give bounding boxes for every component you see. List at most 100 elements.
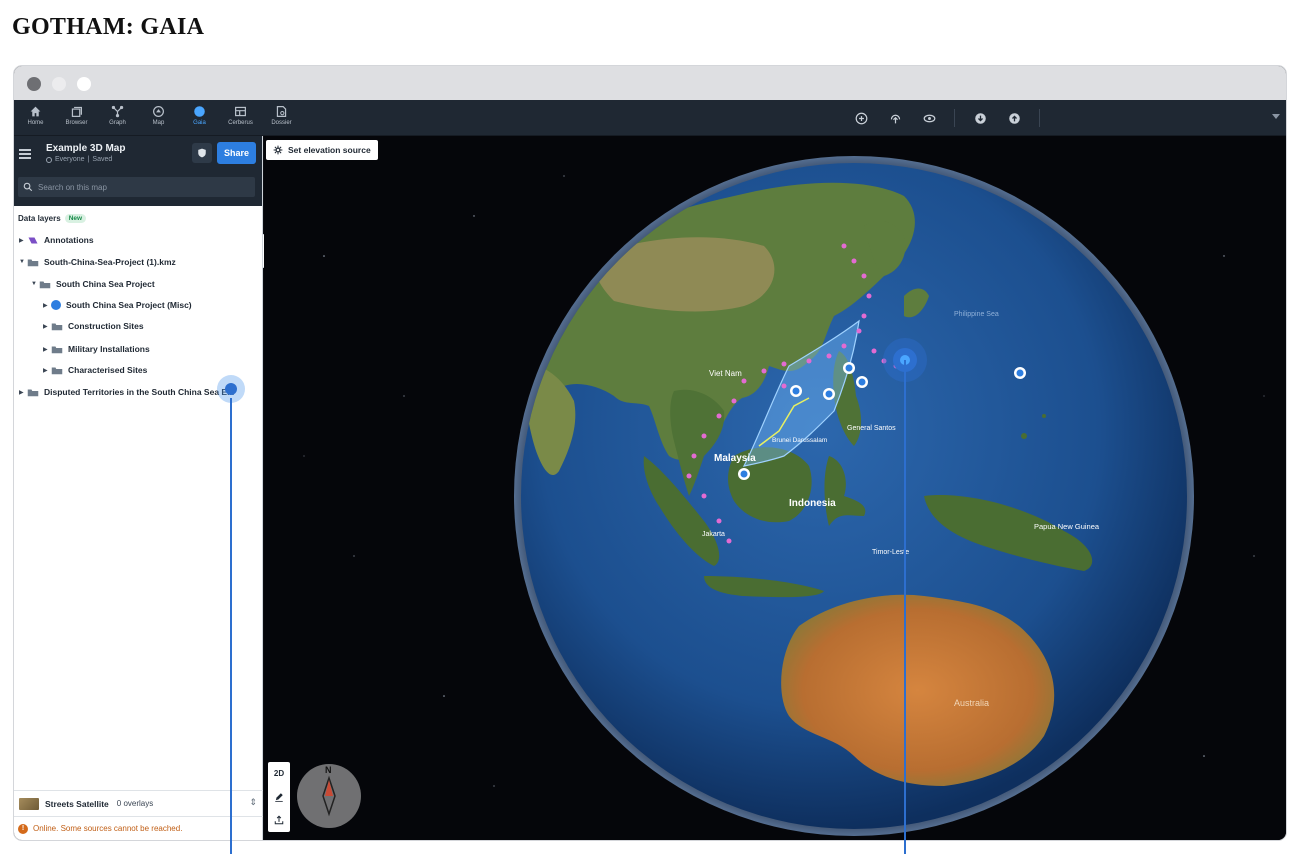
window-maximize-button[interactable] (77, 77, 91, 91)
permissions-button[interactable] (192, 143, 212, 163)
chevron-down-icon (1272, 114, 1280, 119)
compass[interactable]: N (297, 764, 361, 828)
data-layers-title: Data layers (18, 214, 61, 223)
layer-disputed-territories[interactable]: ▶ Disputed Territories in the South Chin… (19, 384, 234, 400)
caret-right-icon[interactable]: ▶ (43, 367, 51, 374)
map-title: Example 3D Map (46, 143, 126, 154)
layer-label: South China Sea Project (Misc) (66, 300, 192, 310)
connection-status: ! Online. Some sources cannot be reached… (14, 816, 263, 840)
layers-sidebar: Example 3D Map Everyone | Saved Share Da… (14, 136, 263, 840)
meta-separator: | (87, 156, 90, 163)
nav-home[interactable]: Home (20, 103, 51, 133)
shield-icon (198, 148, 206, 158)
toolbar-dropdown[interactable] (1052, 106, 1282, 130)
share-button[interactable]: Share (217, 142, 256, 164)
app-window: Home Browser Graph Map Gaia Cerberus Dos… (14, 66, 1286, 840)
globe-icon (46, 156, 52, 163)
place-label: General Santos (847, 425, 896, 432)
draw-button[interactable] (268, 785, 290, 808)
place-label: Jakarta (702, 531, 725, 538)
nav-browser[interactable]: Browser (61, 103, 92, 133)
visibility-button[interactable] (920, 109, 938, 127)
folder-icon (51, 323, 63, 330)
caret-right-icon[interactable]: ▶ (19, 389, 27, 396)
caret-down-icon[interactable]: ▼ (31, 281, 39, 287)
annotation-icon (28, 237, 38, 243)
graph-icon (111, 105, 124, 118)
map-save-state: Saved (92, 156, 113, 163)
folder-icon (51, 346, 63, 353)
toolbar-divider (1039, 109, 1040, 127)
callout-line-sidebar (230, 398, 232, 854)
layer-military-installations[interactable]: ▶ Military Installations (43, 341, 150, 357)
map-canvas[interactable]: Viet Nam Malaysia Indonesia Brunei Darus… (264, 136, 1286, 840)
window-titlebar (14, 66, 1286, 100)
globe-layer-icon (51, 300, 61, 310)
data-layers-header: Data layers New (18, 214, 87, 223)
map-search (18, 177, 255, 197)
new-badge: New (64, 214, 87, 223)
set-elevation-source-button[interactable]: Set elevation source (266, 140, 378, 160)
folder-icon (39, 281, 51, 288)
status-text: Online. Some sources cannot be reached. (33, 824, 183, 833)
nav-graph[interactable]: Graph (102, 103, 133, 133)
export-button[interactable] (1005, 109, 1023, 127)
place-label: Papua New Guinea (1034, 522, 1100, 531)
nav-gaia[interactable]: Gaia (184, 103, 215, 133)
layer-label: Construction Sites (68, 321, 144, 331)
app-nav: Home Browser Graph Map Gaia Cerberus Dos… (20, 103, 307, 133)
window-minimize-button[interactable] (52, 77, 66, 91)
chevron-updown-icon[interactable]: ⇕ (249, 797, 257, 808)
caret-right-icon[interactable]: ▶ (19, 237, 27, 244)
home-icon (30, 106, 41, 117)
basemap-thumbnail (19, 797, 39, 810)
page-title: GOTHAM: GAIA (12, 14, 205, 40)
add-layer-button[interactable] (852, 109, 870, 127)
plus-circle-icon (855, 112, 867, 124)
callout-line-map (904, 360, 906, 854)
basemap-selector[interactable]: Streets Satellite 0 overlays ⇕ (14, 790, 263, 816)
dossier-icon (276, 106, 287, 117)
layer-label: Characterised Sites (68, 365, 148, 375)
nav-dossier[interactable]: Dossier (266, 103, 297, 133)
place-label: Philippine Sea (954, 311, 999, 318)
toolbar-divider (954, 109, 955, 127)
app-toolbar: Home Browser Graph Map Gaia Cerberus Dos… (14, 100, 1286, 136)
nav-cerberus[interactable]: Cerberus (225, 103, 256, 133)
cloud-upload-icon (890, 114, 900, 123)
caret-down-icon[interactable]: ▼ (19, 259, 27, 265)
folder-icon (27, 389, 39, 396)
layer-construction-sites[interactable]: ▶ Construction Sites (43, 318, 144, 334)
globe[interactable]: Viet Nam Malaysia Indonesia Brunei Darus… (264, 136, 1286, 840)
place-label: Indonesia (789, 498, 836, 509)
map-meta: Everyone | Saved (46, 156, 112, 163)
download-button[interactable] (971, 109, 989, 127)
share-view-button[interactable] (268, 808, 290, 831)
basemap-name: Streets Satellite (45, 798, 109, 809)
menu-icon[interactable] (19, 149, 31, 159)
layer-label: Annotations (44, 235, 94, 245)
search-icon (23, 182, 33, 192)
download-icon (974, 112, 986, 124)
window-close-button[interactable] (27, 77, 41, 91)
layer-project-folder[interactable]: ▼ South China Sea Project (31, 276, 155, 292)
caret-right-icon[interactable]: ▶ (43, 323, 51, 330)
layer-project-misc[interactable]: ▶ South China Sea Project (Misc) (43, 297, 192, 313)
upload-cloud-button[interactable] (886, 109, 904, 127)
overlay-count: 0 overlays (116, 799, 154, 808)
layer-characterised-sites[interactable]: ▶ Characterised Sites (43, 362, 147, 378)
layer-annotations[interactable]: ▶ Annotations (19, 232, 94, 248)
upload-icon (274, 815, 284, 824)
place-label: Australia (954, 698, 989, 708)
layer-kmz-file[interactable]: ▼ South-China-Sea-Project (1).kmz (19, 254, 176, 270)
caret-right-icon[interactable]: ▶ (43, 346, 51, 353)
place-label: Malaysia (714, 453, 756, 464)
caret-right-icon[interactable]: ▶ (43, 302, 51, 309)
map-visibility: Everyone (55, 156, 85, 163)
nav-map[interactable]: Map (143, 103, 174, 133)
toggle-2d-button[interactable]: 2D (268, 762, 290, 785)
nav-dossier-label: Dossier (271, 120, 292, 126)
map-icon (153, 106, 164, 117)
nav-home-label: Home (27, 120, 44, 126)
map-search-input[interactable] (38, 182, 238, 192)
